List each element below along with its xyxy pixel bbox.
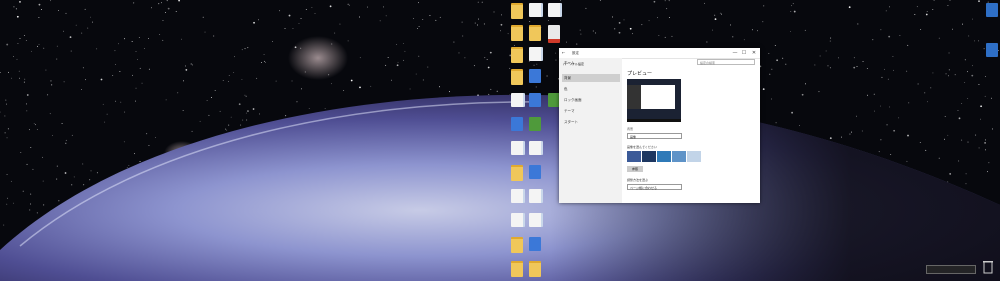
- minimize-button[interactable]: —: [731, 50, 739, 56]
- nav-item-background[interactable]: 背景: [562, 74, 620, 82]
- icon-glyph: [529, 261, 541, 277]
- section-title: パーソナル設定: [563, 62, 585, 66]
- settings-content: プレビュー 背景 画像 画像を選んでください 参照 調整方法を選ぶ ページ幅に合…: [622, 66, 760, 203]
- settings-window[interactable]: ← 設定 — ☐ ✕ ホーム 背景 色 ロック画面 テーマ スタート 設定の検索…: [559, 48, 760, 203]
- folder-icon[interactable]: [522, 260, 548, 281]
- background-dropdown[interactable]: 画像: [627, 133, 682, 139]
- icon-glyph: [529, 237, 541, 251]
- picture-thumb[interactable]: [627, 151, 641, 162]
- icon-glyph: [548, 3, 562, 17]
- back-arrow-icon[interactable]: ←: [562, 50, 565, 55]
- icon-glyph: [529, 141, 543, 155]
- maximize-button[interactable]: ☐: [740, 50, 748, 56]
- browse-button[interactable]: 参照: [627, 166, 643, 172]
- nav-item-color[interactable]: 色: [562, 85, 620, 93]
- icon-glyph: [986, 43, 998, 57]
- icon-glyph: [529, 69, 541, 83]
- icon-glyph: [529, 93, 541, 107]
- desktop: ← 設定 — ☐ ✕ ホーム 背景 色 ロック画面 テーマ スタート 設定の検索…: [0, 0, 1000, 281]
- icon-glyph: [986, 3, 998, 17]
- picture-thumb[interactable]: [642, 151, 656, 162]
- fit-dropdown[interactable]: ページ幅に合わせる: [627, 184, 682, 190]
- icon-glyph: [529, 189, 543, 203]
- icon-caption: [975, 59, 1000, 67]
- window-title: 設定: [572, 51, 579, 55]
- page-heading: プレビュー: [627, 71, 653, 77]
- icon-caption: [975, 19, 1000, 27]
- settings-sidebar: ホーム 背景 色 ロック画面 テーマ スタート: [559, 58, 622, 203]
- icon-glyph: [529, 165, 541, 179]
- recycle-bin-icon[interactable]: [982, 259, 994, 277]
- icon-glyph: [529, 213, 543, 227]
- computer-icon[interactable]: [979, 42, 1000, 72]
- fit-label: 調整方法を選ぶ: [627, 178, 649, 182]
- background-label: 背景: [627, 127, 634, 131]
- choose-picture-label: 画像を選んでください: [627, 145, 657, 149]
- icon-glyph: [529, 47, 543, 61]
- icon-glyph: [529, 117, 541, 131]
- nav-item-start[interactable]: スタート: [562, 118, 620, 126]
- picture-thumb[interactable]: [672, 151, 686, 162]
- nav-item-lock-screen[interactable]: ロック画面: [562, 96, 620, 104]
- icon-glyph: [529, 25, 541, 41]
- picture-thumb[interactable]: [657, 151, 671, 162]
- search-input[interactable]: 設定の検索: [697, 59, 755, 65]
- close-button[interactable]: ✕: [750, 50, 758, 56]
- picture-thumb[interactable]: [687, 151, 701, 162]
- keyboard-bar[interactable]: [926, 265, 976, 274]
- icon-caption: [518, 277, 552, 281]
- computer-icon[interactable]: [979, 2, 1000, 32]
- nav-item-themes[interactable]: テーマ: [562, 107, 620, 115]
- desktop-preview: [627, 79, 681, 122]
